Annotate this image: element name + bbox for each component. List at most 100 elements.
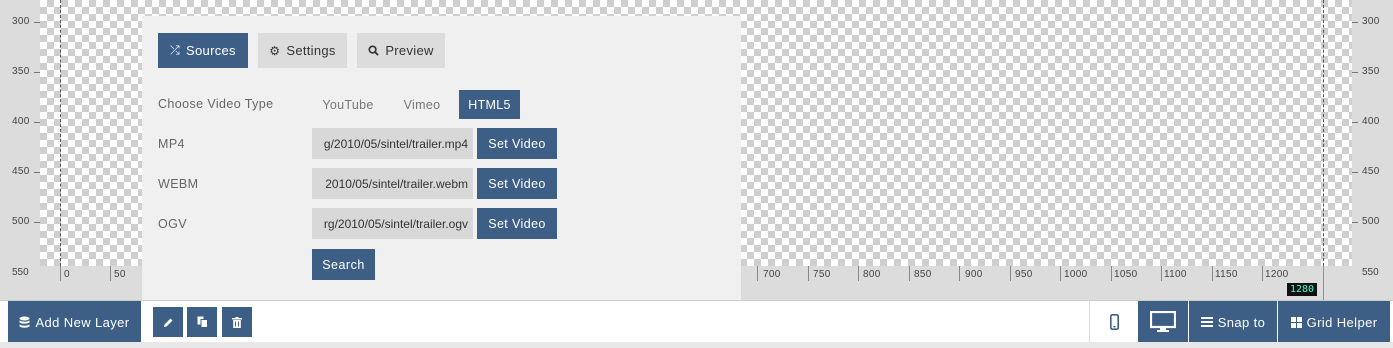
ruler-tick — [1010, 266, 1011, 281]
ruler-label: 700 — [763, 269, 781, 280]
ogv-url-input[interactable]: rg/2010/05/sintel/trailer.ogv — [312, 208, 473, 239]
set-webm-video-button[interactable]: Set Video — [477, 168, 557, 199]
ruler-tick — [1262, 266, 1263, 281]
tab-sources[interactable]: ⤮ Sources — [158, 33, 248, 68]
ruler-tick — [1111, 266, 1112, 281]
ogv-url-value: rg/2010/05/sintel/trailer.ogv — [323, 216, 468, 231]
ruler-label: 300 — [1362, 16, 1380, 27]
tab-label: Settings — [286, 43, 336, 58]
webm-label: WEBM — [158, 177, 199, 191]
trash-icon — [232, 316, 242, 328]
layer-toolbar: Add New Layer Snap to Grid Helper — [0, 300, 1393, 343]
ruler-tick — [1352, 122, 1358, 123]
ruler-tick — [1352, 22, 1358, 23]
ruler-label: 950 — [1015, 269, 1033, 280]
duplicate-layer-button[interactable] — [187, 307, 217, 337]
snap-to-button[interactable]: Snap to — [1189, 301, 1277, 343]
ruler-tick — [34, 22, 40, 23]
grid-icon — [1290, 316, 1302, 328]
toolbar-footer — [0, 342, 1393, 348]
search-button[interactable]: Search — [312, 249, 375, 280]
ruler-label: 400 — [1362, 116, 1380, 127]
ruler-tick — [808, 266, 809, 281]
ruler-corner-label: 550 — [1362, 267, 1379, 278]
tab-label: Preview — [385, 43, 434, 58]
ruler-tick — [110, 266, 111, 281]
ogv-label: OGV — [158, 217, 187, 231]
ruler-label: 1150 — [1215, 269, 1238, 280]
ruler-tick — [34, 72, 40, 73]
ruler-label: 450 — [1362, 166, 1380, 177]
editor-stage: 300 350 400 450 500 300 350 400 450 500 … — [0, 0, 1393, 300]
set-mp4-video-button[interactable]: Set Video — [477, 128, 557, 159]
ruler-label: 0 — [64, 269, 70, 280]
ruler-tick — [1352, 72, 1358, 73]
ruler-tick — [1352, 222, 1358, 223]
ruler-label: 1000 — [1064, 269, 1088, 280]
video-type-html5[interactable]: HTML5 — [459, 90, 520, 119]
copy-icon — [197, 316, 208, 328]
edit-layer-button[interactable] — [153, 307, 183, 337]
ruler-tick — [1060, 266, 1061, 281]
ruler-tick — [757, 266, 758, 281]
snap-to-label: Snap to — [1217, 314, 1266, 330]
mp4-url-input[interactable]: g/2010/05/sintel/trailer.mp4 — [312, 128, 473, 159]
list-icon — [1200, 317, 1213, 327]
grid-helper-button[interactable]: Grid Helper — [1278, 301, 1390, 343]
mp4-url-value: g/2010/05/sintel/trailer.mp4 — [323, 136, 468, 151]
ruler-label: 800 — [863, 269, 881, 280]
tab-preview[interactable]: Preview — [357, 33, 445, 68]
ruler-tick — [858, 266, 859, 281]
canvas-width-marker — [1323, 266, 1324, 300]
set-ogv-video-button[interactable]: Set Video — [477, 208, 557, 239]
ruler-tick — [34, 172, 40, 173]
video-type-label: Choose Video Type — [158, 97, 274, 111]
ruler-tick — [34, 122, 40, 123]
ruler-label: 900 — [965, 269, 983, 280]
tab-settings[interactable]: ⚙ Settings — [258, 33, 347, 68]
ruler-label: 400 — [12, 116, 30, 127]
canvas-guide-right — [1323, 0, 1324, 266]
ruler-tick — [909, 266, 910, 281]
video-type-vimeo[interactable]: Vimeo — [392, 90, 452, 119]
ruler-label: 500 — [12, 216, 30, 227]
canvas-width-badge: 1280 — [1287, 283, 1318, 296]
mp4-label: MP4 — [158, 137, 185, 151]
tab-label: Sources — [186, 43, 236, 58]
ruler-corner-label: 550 — [12, 267, 29, 278]
mobile-icon — [1109, 314, 1119, 330]
desktop-icon — [1150, 311, 1176, 332]
video-type-youtube[interactable]: YouTube — [312, 90, 384, 119]
ruler-tick — [1352, 172, 1358, 173]
ruler-tick — [34, 222, 40, 223]
webm-url-input[interactable]: 2010/05/sintel/trailer.webm — [312, 168, 473, 199]
gear-icon: ⚙ — [269, 43, 281, 58]
grid-helper-label: Grid Helper — [1306, 314, 1378, 330]
add-new-layer-button[interactable]: Add New Layer — [8, 301, 141, 343]
ruler-tick — [959, 266, 960, 281]
video-settings-panel: ⤮ Sources ⚙ Settings Preview Choose Vide… — [142, 16, 741, 300]
vertical-ruler-left: 300 350 400 450 500 — [0, 0, 40, 270]
ruler-label: 300 — [12, 16, 30, 27]
ruler-tick — [1161, 266, 1162, 281]
ruler-label: 1050 — [1114, 269, 1138, 280]
ruler-label: 750 — [813, 269, 831, 280]
ruler-label: 350 — [1362, 66, 1380, 77]
ruler-tick — [1212, 266, 1213, 281]
mobile-view-button[interactable] — [1090, 301, 1138, 343]
delete-layer-button[interactable] — [222, 307, 252, 337]
ruler-label: 500 — [1362, 216, 1380, 227]
add-new-layer-label: Add New Layer — [35, 314, 130, 330]
canvas-guide-left — [60, 0, 61, 266]
ruler-label: 350 — [12, 66, 30, 77]
vertical-ruler-right: 300 350 400 450 500 — [1352, 0, 1393, 270]
ruler-label: 1100 — [1164, 269, 1187, 280]
ruler-label: 1200 — [1265, 269, 1289, 280]
ruler-label: 850 — [914, 269, 932, 280]
webm-url-value: 2010/05/sintel/trailer.webm — [325, 176, 468, 191]
desktop-view-button[interactable] — [1138, 301, 1188, 343]
database-icon — [19, 316, 30, 328]
ruler-label: 450 — [12, 166, 30, 177]
ruler-tick — [60, 266, 61, 281]
search-icon — [368, 45, 380, 56]
